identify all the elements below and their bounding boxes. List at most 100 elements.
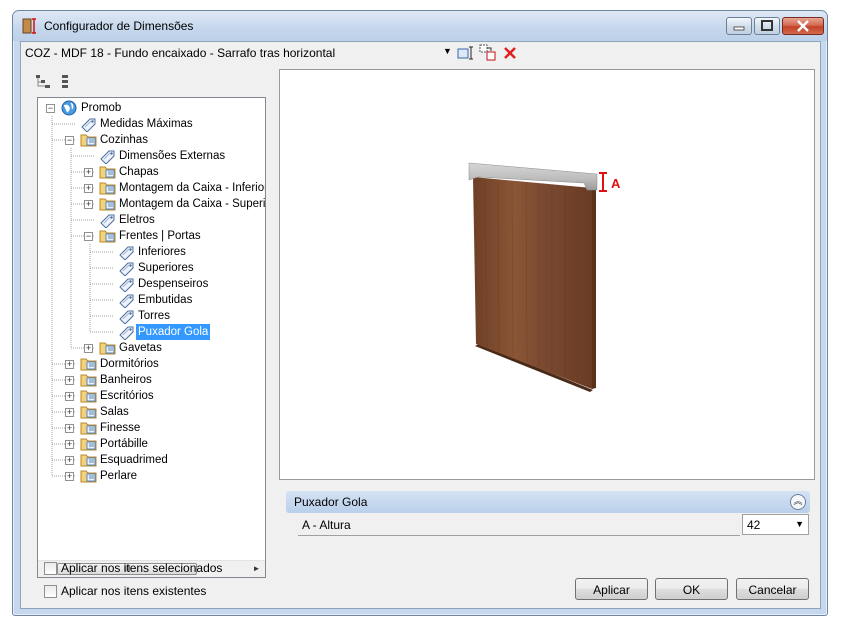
apply-selected-checkbox[interactable] [44,562,57,575]
tree-item[interactable]: Inferiores [38,244,265,261]
chevron-down-icon[interactable]: ▼ [795,519,804,529]
ok-button[interactable]: OK [655,578,728,600]
edit-dimension-icon[interactable] [457,44,475,62]
expand-node-icon[interactable]: + [65,392,74,401]
tree-item[interactable]: + Finesse [38,420,265,436]
tree-item[interactable]: Torres [38,308,265,325]
dialog-client-area: COZ - MDF 18 - Fundo encaixado - Sarrafo… [20,41,821,609]
3d-preview-panel[interactable]: A [279,69,815,480]
tree-item[interactable]: + Chapas [38,164,265,180]
folder-icon [80,420,97,436]
door-edge [592,185,596,389]
collapse-node-icon[interactable]: − [65,136,74,145]
expand-node-icon[interactable]: + [65,408,74,417]
tag-icon [118,324,135,341]
property-label: A - Altura [302,518,351,532]
tree-item-label: Torres [138,310,170,322]
tree-item-label: Banheiros [100,374,152,386]
tag-icon [118,244,135,261]
tree-item-label: Superiores [138,262,194,274]
tree-item[interactable]: + Portábille [38,436,265,452]
close-icon [797,20,809,32]
maximize-icon [761,20,773,31]
item-path-combo[interactable]: COZ - MDF 18 - Fundo encaixado - Sarrafo… [25,46,335,60]
cancel-button[interactable]: Cancelar [736,578,809,600]
tree-item[interactable]: − Frentes | Portas [38,228,265,244]
folder-icon [80,468,97,484]
tree-item[interactable]: + Dormitórios [38,356,265,372]
tree-item[interactable]: + Montagem da Caixa - Inferior [38,180,265,196]
tree-item[interactable]: Despenseiros [38,276,265,293]
tree-item-label: Esquadrimed [100,454,168,466]
tree-item-label: Escritórios [100,390,154,402]
tree-item-label: Frentes | Portas [119,230,201,242]
apply-existing-label: Aplicar nos itens existentes [61,584,207,598]
apply-existing-checkbox[interactable] [44,585,57,598]
collapse-node-icon[interactable]: − [84,232,93,241]
tree-item[interactable]: + Salas [38,404,265,420]
collapse-all-icon[interactable] [59,74,71,90]
tag-icon [118,276,135,293]
expand-node-icon[interactable]: + [65,456,74,465]
tree-toolbar [35,72,95,92]
expand-node-icon[interactable]: + [65,360,74,369]
tree-content: − Promob Medidas Máximas − Cozinhas Dimensões… [38,98,265,556]
tree-item-label: Despenseiros [138,278,209,290]
collapse-node-icon[interactable]: − [46,104,55,113]
window-title: Configurador de Dimensões [44,19,194,33]
tree-item[interactable]: Superiores [38,260,265,277]
tree-item[interactable]: Dimensões Externas [38,148,265,165]
copy-dimension-icon[interactable] [479,44,497,62]
category-tree[interactable]: − Promob Medidas Máximas − Cozinhas Dimensões… [37,97,266,578]
folder-icon [80,356,97,372]
tree-item[interactable]: + Escritórios [38,388,265,404]
folder-icon [80,372,97,388]
tree-item-label: Dimensões Externas [119,150,226,162]
expand-node-icon[interactable]: + [65,424,74,433]
collapse-icon[interactable]: ︽ [790,494,806,510]
tree-item-label: Gavetas [119,342,162,354]
folder-icon [99,180,116,196]
folder-icon [99,196,116,212]
tree-item-label: Embutidas [138,294,193,306]
tree-item[interactable]: + Gavetas [38,340,265,356]
apply-selected-label: Aplicar nos itens selecionados [61,561,223,575]
tree-item-label: Puxador Gola [136,324,211,340]
expand-node-icon[interactable]: + [84,344,93,353]
tree-item-label: Inferiores [138,246,186,258]
chevron-down-icon[interactable]: ▼ [443,46,452,56]
expand-node-icon[interactable]: + [84,168,93,177]
tree-item[interactable]: Puxador Gola [38,324,265,341]
expand-node-icon[interactable]: + [84,184,93,193]
tree-item[interactable]: − Promob [38,100,265,116]
expand-node-icon[interactable]: + [65,376,74,385]
tree-item[interactable]: − Cozinhas [38,132,265,148]
tree-item[interactable]: Eletros [38,212,265,229]
scroll-right-icon[interactable]: ► [248,561,265,577]
maximize-button[interactable] [754,17,780,35]
tree-item[interactable]: + Banheiros [38,372,265,388]
expand-all-icon[interactable] [35,74,51,90]
property-row: A - Altura 42 ▼ [286,514,810,536]
delete-icon[interactable] [501,44,519,62]
tree-item[interactable]: + Esquadrimed [38,452,265,468]
tree-item-label: Chapas [119,166,159,178]
tree-item[interactable]: + Perlare [38,468,265,484]
properties-title: Puxador Gola [294,495,368,509]
tree-item[interactable]: + Montagem da Caixa - Superior [38,196,265,212]
tree-item[interactable]: Embutidas [38,292,265,309]
expand-node-icon[interactable]: + [84,200,93,209]
height-value-select[interactable]: 42 ▼ [742,514,809,535]
minimize-button[interactable] [726,17,752,35]
door-panel [473,177,592,389]
tag-icon [118,308,135,325]
expand-node-icon[interactable]: + [65,472,74,481]
tree-item[interactable]: Medidas Máximas [38,116,265,133]
title-bar[interactable]: Configurador de Dimensões [13,11,827,41]
apply-button[interactable]: Aplicar [575,578,648,600]
tree-item-label: Montagem da Caixa - Inferior [119,182,265,194]
globe-icon [61,100,78,116]
expand-node-icon[interactable]: + [65,440,74,449]
tree-item-label: Salas [100,406,129,418]
close-window-button[interactable] [782,17,824,35]
